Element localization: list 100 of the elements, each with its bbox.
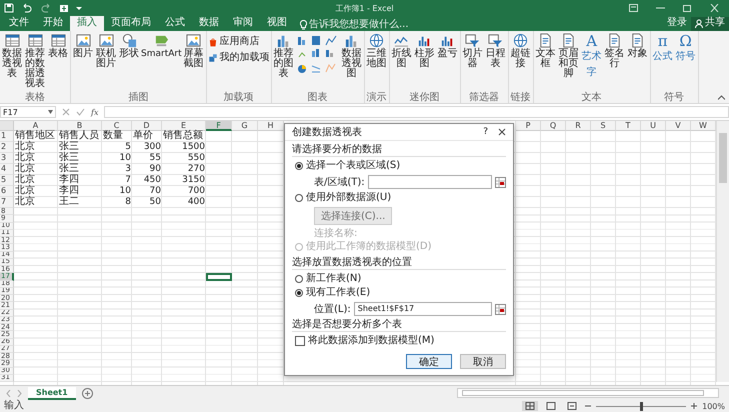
ribbon-tab[interactable]: 公式 (158, 16, 192, 31)
ribbon-tab[interactable]: 插入 (70, 16, 104, 31)
zoom-level[interactable]: 100% (702, 402, 725, 410)
column-header[interactable]: T (616, 121, 641, 131)
add-sheet-icon[interactable] (82, 388, 93, 398)
ribbon-tab[interactable]: 视图 (260, 16, 294, 31)
table-cell-text: 70 (148, 186, 162, 197)
ribbon-button[interactable]: 数据透视表 (1, 32, 23, 80)
radio-option[interactable]: 选择一个表或区域(S) (292, 159, 506, 173)
ribbon-button[interactable]: 折线图 (390, 32, 413, 70)
ribbon-tab[interactable]: 页面布局 (104, 16, 158, 31)
share-button[interactable]: 共享 (691, 17, 729, 31)
ribbon-button[interactable]: 三维地图 (366, 32, 388, 70)
column-header[interactable]: Q (541, 121, 566, 131)
ribbon-button[interactable]: 屏幕截图 (182, 32, 205, 70)
ribbon-button[interactable]: 切片器 (462, 32, 484, 70)
section-heading: 请选择要分析的数据 (292, 144, 506, 157)
save-icon[interactable] (4, 3, 14, 13)
ribbon-button[interactable]: A 艺术字 (580, 32, 603, 82)
sign-in-link[interactable]: 登录 (663, 17, 691, 31)
ribbon-tab[interactable]: 审阅 (226, 16, 260, 31)
radio-option[interactable]: 现有工作表(E) (292, 286, 506, 300)
sheet-tab[interactable]: Sheet1 (28, 386, 76, 400)
ribbon-button[interactable]: 文本框 (534, 32, 557, 70)
column-header[interactable]: R (566, 121, 591, 131)
horizontal-scrollbar[interactable] (457, 388, 719, 398)
checkbox-option[interactable]: 将此数据添加到数据模型(M) (292, 334, 506, 348)
restore-icon[interactable] (683, 4, 692, 12)
name-box[interactable]: F17 (0, 106, 56, 118)
ribbon-button[interactable]: 对象 (626, 32, 649, 60)
column-header[interactable]: G (232, 121, 258, 131)
cancel-icon[interactable] (62, 108, 70, 116)
range-picker-icon[interactable] (495, 176, 506, 188)
close-icon[interactable] (498, 128, 506, 136)
help-button[interactable]: ? (483, 127, 488, 137)
zoom-slider-thumb[interactable] (640, 402, 644, 410)
column-header[interactable]: W (691, 121, 716, 131)
ribbon-tab[interactable]: 数据 (192, 16, 226, 31)
customize-icon[interactable] (76, 5, 82, 11)
ribbon-button[interactable]: 数据透视图 (340, 32, 363, 80)
ribbon-button[interactable]: 签名行 (604, 32, 626, 70)
zoom-in-icon[interactable] (691, 403, 698, 409)
ribbon-button[interactable]: π 公式 (652, 32, 674, 66)
ribbon-tab[interactable]: 文件 (2, 16, 36, 31)
ribbon-button[interactable]: 推荐的数据透视表 (24, 32, 46, 90)
ribbon-button[interactable]: 日程表 (484, 32, 507, 70)
normal-view-icon[interactable] (522, 401, 538, 411)
undo-icon[interactable] (21, 3, 33, 13)
row-header[interactable]: 2 (0, 142, 14, 153)
column-header[interactable]: D (132, 121, 162, 131)
table-cell-text: 单价 (132, 131, 154, 142)
range-picker-icon[interactable] (495, 304, 506, 314)
ribbon-button[interactable]: 形状 (118, 32, 140, 60)
row-header[interactable]: 7 (0, 197, 14, 208)
row-header[interactable]: 1 (0, 131, 14, 142)
input-field[interactable] (368, 175, 492, 189)
column-header[interactable]: H (258, 121, 284, 131)
table-cell-text: 数量 (102, 131, 124, 142)
row-header[interactable]: 4 (0, 164, 14, 175)
column-header[interactable]: V (666, 121, 691, 131)
ribbon-button[interactable]: 柱形图 (414, 32, 436, 70)
ribbon-button[interactable]: Ω 符号 (674, 32, 697, 66)
formula-field[interactable] (104, 106, 729, 118)
column-header[interactable]: B (58, 121, 102, 131)
row-header[interactable]: 5 (0, 175, 14, 186)
ribbon-options-icon[interactable] (629, 4, 638, 12)
tell-me-field[interactable]: 告诉我您想要做什么... (300, 18, 439, 31)
insert-function-button[interactable]: fx (91, 108, 98, 116)
column-header[interactable]: E (162, 121, 206, 131)
check-icon[interactable] (76, 108, 85, 116)
dialog-button[interactable]: 取消 (460, 354, 506, 369)
dialog-button[interactable]: 确定 (406, 354, 452, 369)
vertical-scrollbar[interactable] (716, 121, 729, 382)
row-header[interactable]: 3 (0, 153, 14, 164)
ribbon-button[interactable]: 盈亏 (436, 32, 459, 60)
ribbon-button[interactable]: 图片 (72, 32, 94, 60)
ribbon-button[interactable]: SmartArt (141, 32, 182, 60)
active-cell[interactable] (206, 273, 232, 280)
radio-option[interactable]: 新工作表(N) (292, 272, 506, 286)
column-header[interactable]: P (516, 121, 541, 131)
ribbon-tab[interactable]: 开始 (36, 16, 70, 31)
ribbon-button[interactable]: 推荐的图表 (272, 32, 295, 80)
column-header[interactable]: U (641, 121, 666, 131)
column-header[interactable]: F (206, 121, 232, 131)
collapse-ribbon-icon[interactable] (718, 95, 725, 100)
ribbon-button[interactable]: 应用商店 (208, 36, 260, 48)
redo-icon[interactable] (40, 3, 52, 13)
zoom-out-icon[interactable] (585, 403, 592, 409)
column-header[interactable]: C (102, 121, 132, 131)
column-header[interactable]: S (591, 121, 616, 131)
input-field[interactable]: Sheet1!$F$17 (354, 302, 492, 316)
new-sheet-icon[interactable] (59, 3, 69, 13)
row-header[interactable]: 6 (0, 186, 14, 197)
ribbon-button[interactable]: 我的加载项 (208, 52, 270, 64)
ribbon-button[interactable]: 表格 (47, 32, 69, 60)
column-header[interactable]: A (14, 121, 58, 131)
ribbon-button[interactable]: 联机图片 (95, 32, 117, 70)
ribbon-button[interactable]: 超链接 (510, 32, 532, 70)
ribbon-button[interactable]: 页眉和页脚 (558, 32, 580, 80)
radio-option[interactable]: 使用外部数据源(U) (292, 191, 506, 205)
